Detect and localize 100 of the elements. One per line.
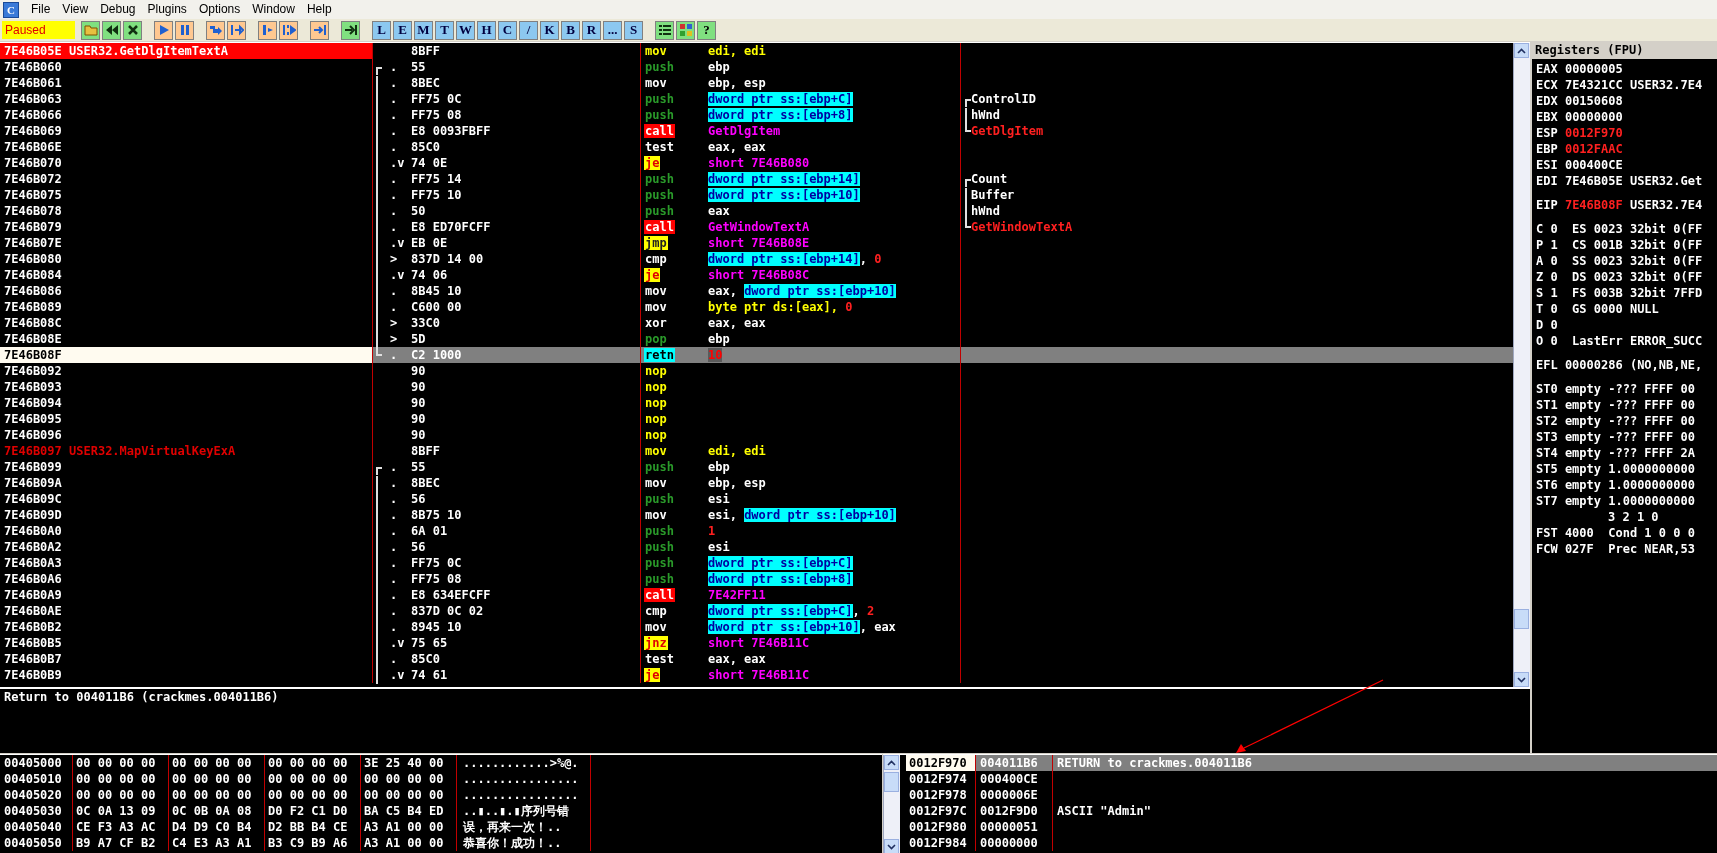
stack-address[interactable]: 0012F978 bbox=[906, 787, 976, 803]
register-value[interactable]: 0012FAAC bbox=[1564, 142, 1623, 156]
address-cell[interactable]: 7E46B093 bbox=[0, 379, 373, 395]
address-cell[interactable]: 7E46B078 bbox=[0, 203, 373, 219]
address-cell[interactable]: 7E46B070 bbox=[0, 155, 373, 171]
address-cell[interactable]: 7E46B0A9 bbox=[0, 587, 373, 603]
hex-bytes: C2 1000 bbox=[411, 347, 462, 363]
address-cell[interactable]: 7E46B096 bbox=[0, 427, 373, 443]
address-cell[interactable]: 7E46B08F bbox=[0, 347, 373, 363]
stack-value: 00000051 bbox=[976, 819, 1053, 835]
address-cell[interactable]: 7E46B095 bbox=[0, 411, 373, 427]
address-cell[interactable]: 7E46B084 bbox=[0, 267, 373, 283]
scroll-down-button[interactable] bbox=[884, 839, 899, 853]
toolbar-button[interactable] bbox=[341, 20, 360, 40]
stack-address[interactable]: 0012F97C bbox=[906, 803, 976, 819]
letter-button[interactable]: M bbox=[414, 20, 433, 40]
stack-address[interactable]: 0012F980 bbox=[906, 819, 976, 835]
letter-button[interactable]: / bbox=[519, 20, 538, 40]
address-cell[interactable]: 7E46B079 bbox=[0, 219, 373, 235]
scrollbar[interactable] bbox=[1513, 43, 1530, 687]
register-value[interactable]: 00000005 bbox=[1564, 62, 1623, 76]
letter-button[interactable]: B bbox=[561, 20, 580, 40]
address-cell[interactable]: 7E46B066 bbox=[0, 107, 373, 123]
toolbar-button[interactable] bbox=[102, 20, 121, 40]
address-cell[interactable]: 7E46B080 bbox=[0, 251, 373, 267]
address-cell[interactable]: 7E46B0B7 bbox=[0, 651, 373, 667]
register-value[interactable]: 7E4321CC bbox=[1564, 78, 1623, 92]
address-cell[interactable]: 7E46B063 bbox=[0, 91, 373, 107]
letter-button[interactable]: H bbox=[477, 20, 496, 40]
step-over-icon bbox=[229, 23, 244, 37]
letter-button[interactable]: S bbox=[624, 20, 643, 40]
letter-button[interactable]: L bbox=[372, 20, 391, 40]
address-cell[interactable]: 7E46B0A3 bbox=[0, 555, 373, 571]
address-cell[interactable]: 7E46B09C bbox=[0, 491, 373, 507]
address-cell[interactable]: 7E46B0A6 bbox=[0, 571, 373, 587]
address-cell[interactable]: 7E46B07E bbox=[0, 235, 373, 251]
operands: dword ptr ss:[ebp+8] bbox=[708, 571, 853, 587]
letter-button[interactable]: R bbox=[582, 20, 601, 40]
scroll-up-button[interactable] bbox=[1514, 43, 1529, 58]
address-cell[interactable]: 7E46B0AE bbox=[0, 603, 373, 619]
operands: dword ptr ss:[ebp+10], eax bbox=[708, 619, 896, 635]
address-cell[interactable]: 7E46B097 USER32.MapVirtualKeyExA bbox=[0, 443, 373, 459]
address-cell[interactable]: 7E46B069 bbox=[0, 123, 373, 139]
menu-item[interactable]: Options bbox=[192, 1, 247, 18]
address-cell[interactable]: 7E46B0B5 bbox=[0, 635, 373, 651]
hex-bytes: 74 06 bbox=[411, 267, 448, 283]
address-cell[interactable]: 7E46B075 bbox=[0, 187, 373, 203]
register-value[interactable]: 000400CE bbox=[1564, 158, 1623, 172]
address-cell[interactable]: 7E46B060 bbox=[0, 59, 373, 75]
address-cell[interactable]: 7E46B09A bbox=[0, 475, 373, 491]
address-cell[interactable]: 7E46B061 bbox=[0, 75, 373, 91]
step-into-icon bbox=[208, 23, 223, 37]
scroll-thumb[interactable] bbox=[884, 772, 899, 792]
address-cell[interactable]: 7E46B0A2 bbox=[0, 539, 373, 555]
mnemonic: je bbox=[644, 268, 661, 282]
letter-button[interactable]: E bbox=[393, 20, 412, 40]
letter-button[interactable]: W bbox=[456, 20, 475, 40]
address-cell[interactable]: 7E46B06E bbox=[0, 139, 373, 155]
help-button[interactable]: ? bbox=[697, 20, 716, 40]
letter-button[interactable]: T bbox=[435, 20, 454, 40]
stack-address[interactable]: 0012F974 bbox=[906, 771, 976, 787]
menu-item[interactable]: Window bbox=[246, 1, 301, 18]
register-value[interactable]: 0012F970 bbox=[1564, 126, 1623, 140]
toolbar-button[interactable] bbox=[655, 20, 674, 40]
address-cell[interactable]: 7E46B072 bbox=[0, 171, 373, 187]
address-cell[interactable]: 7E46B0A0 bbox=[0, 523, 373, 539]
letter-button[interactable]: ... bbox=[603, 20, 622, 40]
menu-item[interactable]: Help bbox=[300, 1, 338, 18]
address-cell[interactable]: 7E46B086 bbox=[0, 283, 373, 299]
scroll-thumb[interactable] bbox=[1514, 609, 1529, 629]
address-cell[interactable]: 7E46B08C bbox=[0, 315, 373, 331]
register-value[interactable]: 00000000 bbox=[1564, 110, 1623, 124]
address-cell[interactable]: 7E46B099 bbox=[0, 459, 373, 475]
menu-item[interactable]: Plugins bbox=[141, 1, 193, 18]
scroll-down-button[interactable] bbox=[1514, 672, 1529, 687]
toolbar-button[interactable] bbox=[123, 20, 142, 40]
address-cell[interactable]: 7E46B0B9 bbox=[0, 667, 373, 683]
address-cell[interactable]: 7E46B0B2 bbox=[0, 619, 373, 635]
menu-item[interactable]: Debug bbox=[94, 1, 142, 18]
register-text: ST0 empty -??? FFFF 00 bbox=[1536, 382, 1695, 396]
letter-button[interactable]: K bbox=[540, 20, 559, 40]
operands: 10 bbox=[708, 347, 723, 363]
address-cell[interactable]: 7E46B089 bbox=[0, 299, 373, 315]
scrollbar[interactable] bbox=[883, 755, 900, 853]
address-cell[interactable]: 7E46B09D bbox=[0, 507, 373, 523]
letter-button[interactable]: C bbox=[498, 20, 517, 40]
menu-item[interactable]: View bbox=[56, 1, 95, 18]
scroll-up-button[interactable] bbox=[884, 755, 899, 770]
stack-address[interactable]: 0012F984 bbox=[906, 835, 976, 851]
jump-mark: . bbox=[389, 171, 399, 187]
hex-bytes: 8BEC bbox=[411, 75, 440, 91]
menu-item[interactable]: File bbox=[25, 1, 57, 18]
address-cell[interactable]: 7E46B094 bbox=[0, 395, 373, 411]
register-value[interactable]: 7E46B05E bbox=[1564, 174, 1623, 188]
address-cell[interactable]: 7E46B05E USER32.GetDlgItemTextA bbox=[0, 43, 373, 59]
mnemonic: nop bbox=[644, 412, 668, 426]
register-value[interactable]: 00150608 bbox=[1564, 94, 1623, 108]
stack-address[interactable]: 0012F970 bbox=[906, 755, 976, 771]
register-value[interactable]: 7E46B08F bbox=[1564, 198, 1623, 212]
address-cell[interactable]: 7E46B092 bbox=[0, 363, 373, 379]
